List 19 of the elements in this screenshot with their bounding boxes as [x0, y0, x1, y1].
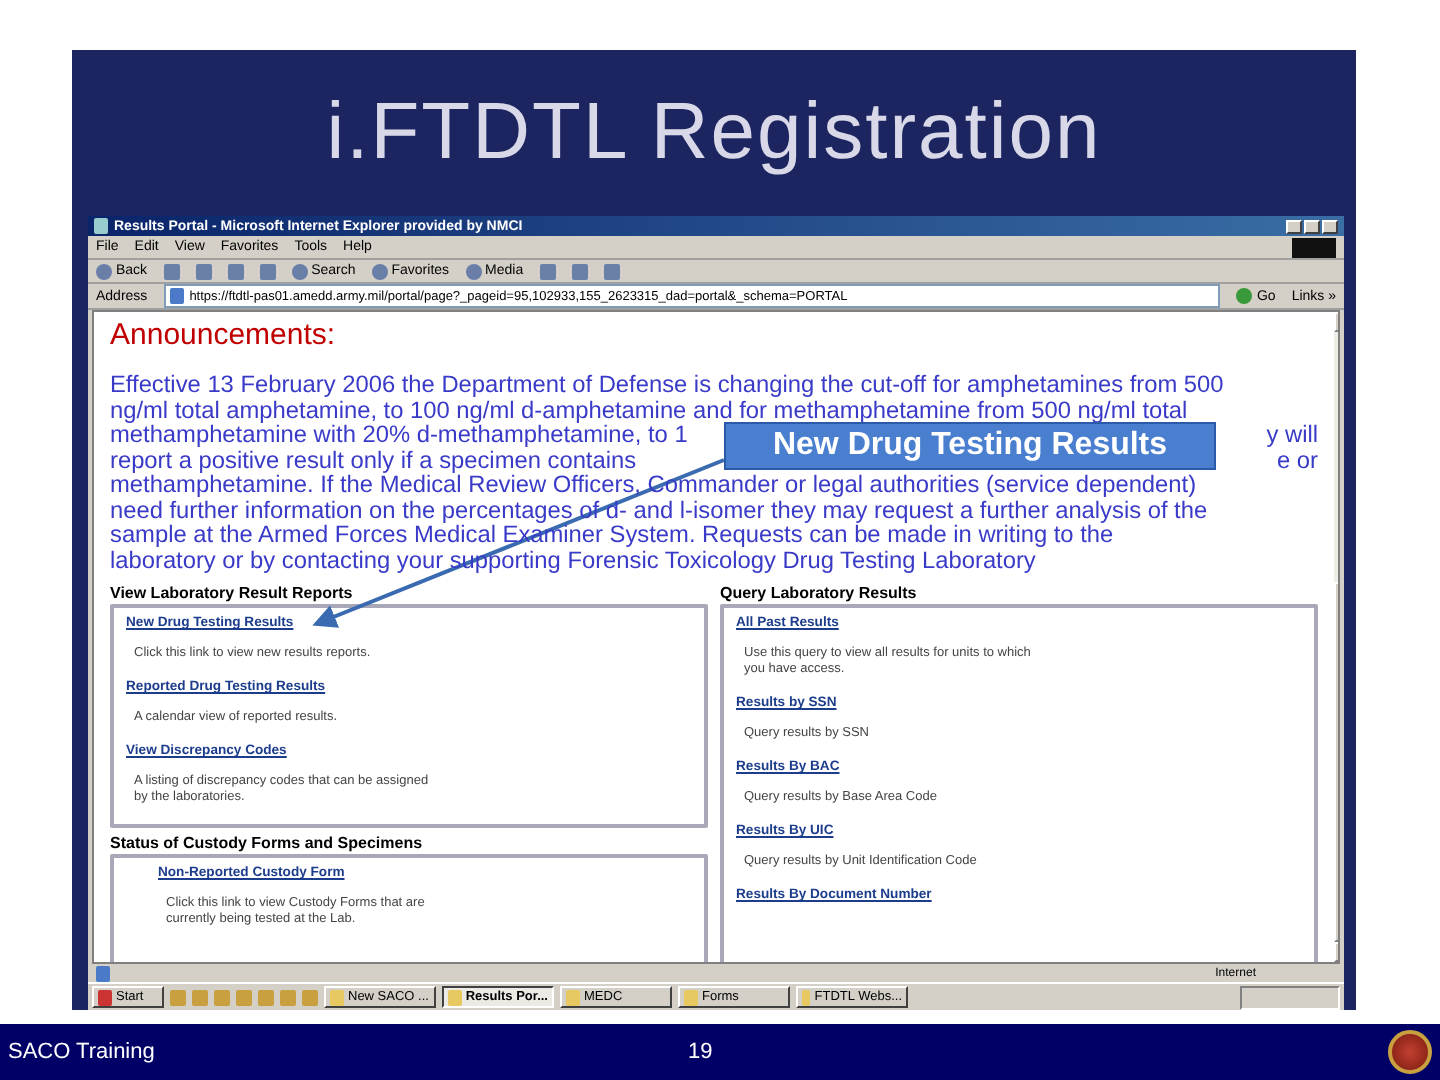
- callout-label: New Drug Testing Results: [724, 422, 1216, 470]
- announcement-text: report a positive result only if a specimen contains: [110, 447, 637, 472]
- announcement-text: y will: [1266, 422, 1318, 447]
- system-tray: [1240, 985, 1340, 1009]
- footer-text: SACO Training: [8, 1040, 157, 1064]
- maximize-button[interactable]: [1304, 219, 1320, 233]
- minimize-button[interactable]: [1286, 219, 1302, 233]
- seal-icon: [1388, 1030, 1432, 1074]
- section-title: Query Laboratory Results: [720, 584, 919, 604]
- section-title: Status of Custody Forms and Specimens: [110, 834, 425, 854]
- announcement-text: ng/ml total amphetamine, to 100 ng/ml d-amphetamine and for methamphetamine from 500 ng/ml total: [110, 397, 1188, 422]
- close-button[interactable]: [1322, 219, 1338, 233]
- announcement-text: e or: [1277, 447, 1318, 472]
- slide-title: i.FTDTL Registration: [324, 86, 1104, 180]
- announcement-text: Effective 13 February 2006 the Department of Defense is changing the cut-off for amphetamines from 500: [110, 372, 1224, 397]
- page-number: 19: [688, 1040, 715, 1064]
- section-title: View Laboratory Result Reports: [110, 584, 355, 604]
- announcement-text: methamphetamine with 20% d-methamphetamine, to 1: [110, 422, 688, 447]
- announcements-heading: Announcements:: [110, 316, 338, 356]
